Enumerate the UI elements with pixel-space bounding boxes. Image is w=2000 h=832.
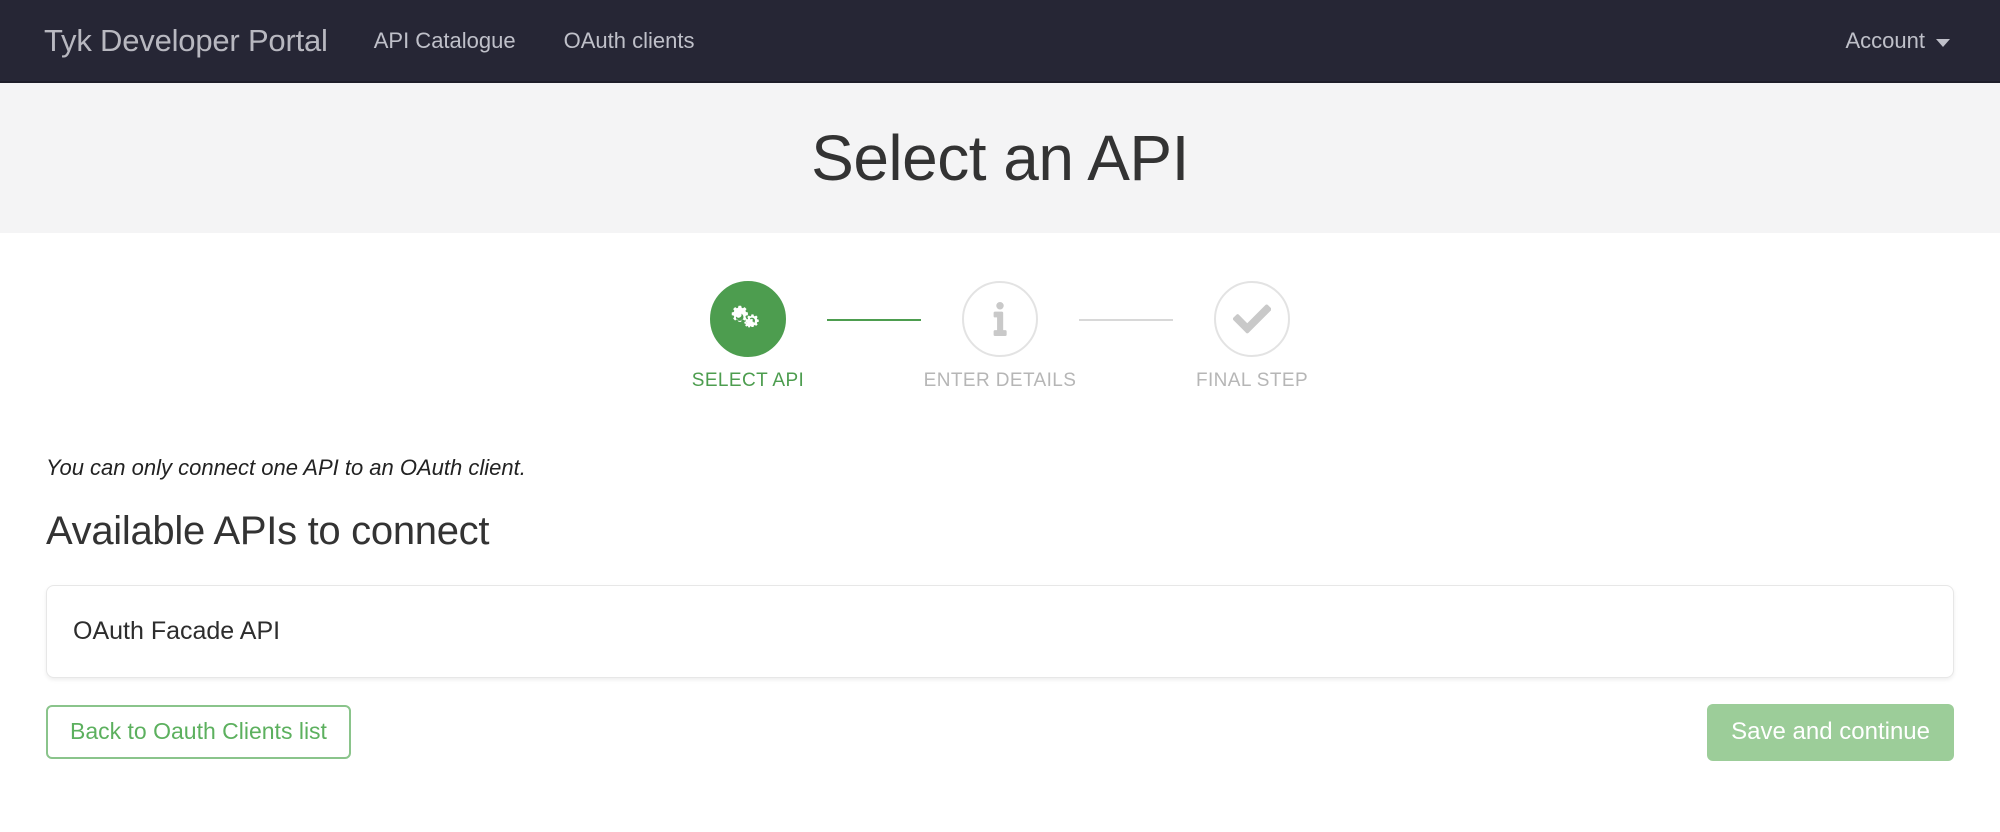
step-select-api-label: SELECT API (692, 370, 804, 392)
list-item[interactable]: OAuth Facade API (47, 617, 280, 646)
check-icon (1233, 300, 1271, 338)
top-navbar: Tyk Developer Portal API Catalogue OAuth… (0, 0, 2000, 83)
section-heading: Available APIs to connect (46, 509, 2000, 554)
stepper-connector-2 (1079, 319, 1173, 321)
step-final-step-label: FINAL STEP (1196, 370, 1308, 392)
step-enter-details-circle (962, 281, 1038, 357)
account-menu[interactable]: Account (1846, 28, 1959, 54)
nav-link-oauth-clients[interactable]: OAuth clients (564, 28, 695, 54)
brand-link[interactable]: Tyk Developer Portal (44, 23, 328, 59)
step-enter-details[interactable]: ENTER DETAILS (921, 281, 1079, 392)
nav-link-api-catalogue[interactable]: API Catalogue (374, 28, 516, 54)
available-apis-panel: OAuth Facade API (46, 585, 1954, 678)
step-final-step[interactable]: FINAL STEP (1173, 281, 1331, 392)
form-actions: Back to Oauth Clients list Save and cont… (46, 705, 1954, 761)
page-title: Select an API (811, 121, 1189, 195)
wizard-stepper: SELECT API ENTER DETAILS FINAL STEP (0, 233, 2000, 392)
step-enter-details-label: ENTER DETAILS (924, 370, 1077, 392)
step-select-api[interactable]: SELECT API (669, 281, 827, 392)
back-to-oauth-clients-button[interactable]: Back to Oauth Clients list (46, 705, 351, 759)
info-icon (983, 302, 1017, 336)
page-header-band: Select an API (0, 83, 2000, 233)
main-content: SELECT API ENTER DETAILS FINAL STEP You … (0, 233, 2000, 832)
nav-links: API Catalogue OAuth clients (374, 28, 695, 54)
account-menu-label: Account (1846, 28, 1926, 54)
chevron-down-icon (1936, 39, 1950, 47)
step-select-api-circle (710, 281, 786, 357)
stepper-connector-1 (827, 319, 921, 321)
step-final-step-circle (1214, 281, 1290, 357)
save-and-continue-button[interactable]: Save and continue (1707, 704, 1954, 761)
cogs-icon (729, 300, 767, 338)
info-note: You can only connect one API to an OAuth… (46, 392, 2000, 481)
